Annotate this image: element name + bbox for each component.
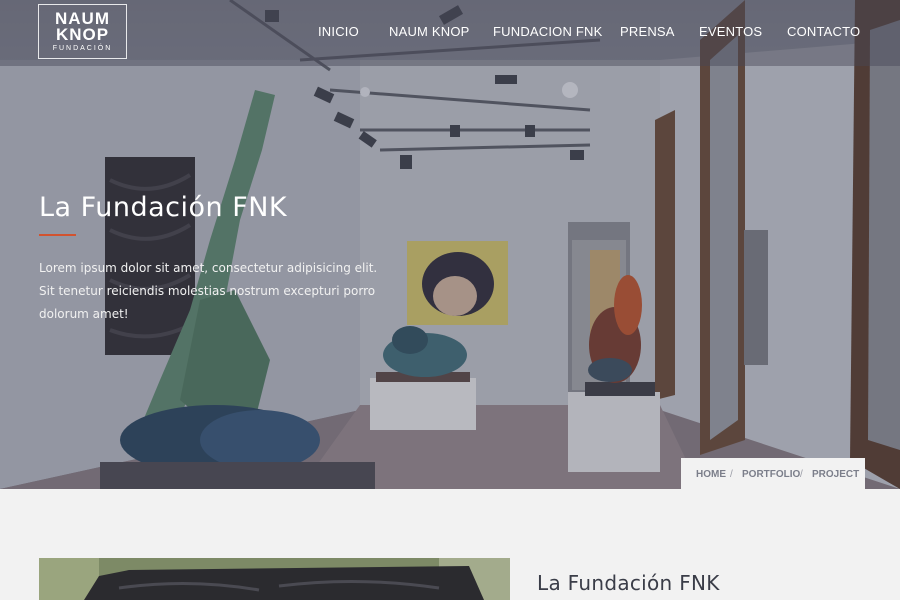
nav-item-prensa[interactable]: PRENSA [620, 24, 675, 39]
breadcrumb-current: PROJECT [812, 469, 860, 480]
hero-description-line: dolorum amet! [39, 307, 129, 321]
nav-item-inicio[interactable]: INICIO [318, 24, 359, 39]
nav-item-naum-knop[interactable]: NAUM KNOP [389, 24, 470, 39]
breadcrumb: HOME / PORTFOLIO / PROJECT [681, 458, 865, 490]
hero-description-line: Lorem ipsum dolor sit amet, consectetur … [39, 261, 378, 275]
logo-line-3: FUNDACIÓN [52, 45, 113, 52]
main-menu: INICIO NAUM KNOP FUNDACION FNK PRENSA EV… [0, 24, 900, 42]
breadcrumb-separator: / [800, 469, 803, 480]
nav-item-fundacion-fnk[interactable]: FUNDACION FNK [493, 24, 603, 39]
hero-divider [39, 234, 76, 236]
hero-overlay [0, 0, 900, 489]
nav-item-contacto[interactable]: CONTACTO [787, 24, 860, 39]
hero-title: La Fundación FNK [39, 192, 288, 223]
hero-description: Lorem ipsum dolor sit amet, consectetur … [39, 257, 379, 326]
breadcrumb-separator: / [730, 469, 733, 480]
breadcrumb-home[interactable]: HOME [696, 469, 726, 480]
project-image [39, 558, 510, 600]
top-navbar: NAUM KNOP FUNDACIÓN INICIO NAUM KNOP FUN… [0, 0, 900, 66]
hero-banner: NAUM KNOP FUNDACIÓN INICIO NAUM KNOP FUN… [0, 0, 900, 489]
hero-description-line: Sit tenetur reiciendis molestias nostrum… [39, 284, 376, 298]
project-photo [39, 558, 510, 600]
nav-item-eventos[interactable]: EVENTOS [699, 24, 762, 39]
section-title: La Fundación FNK [537, 571, 720, 595]
breadcrumb-portfolio[interactable]: PORTFOLIO [742, 469, 800, 480]
